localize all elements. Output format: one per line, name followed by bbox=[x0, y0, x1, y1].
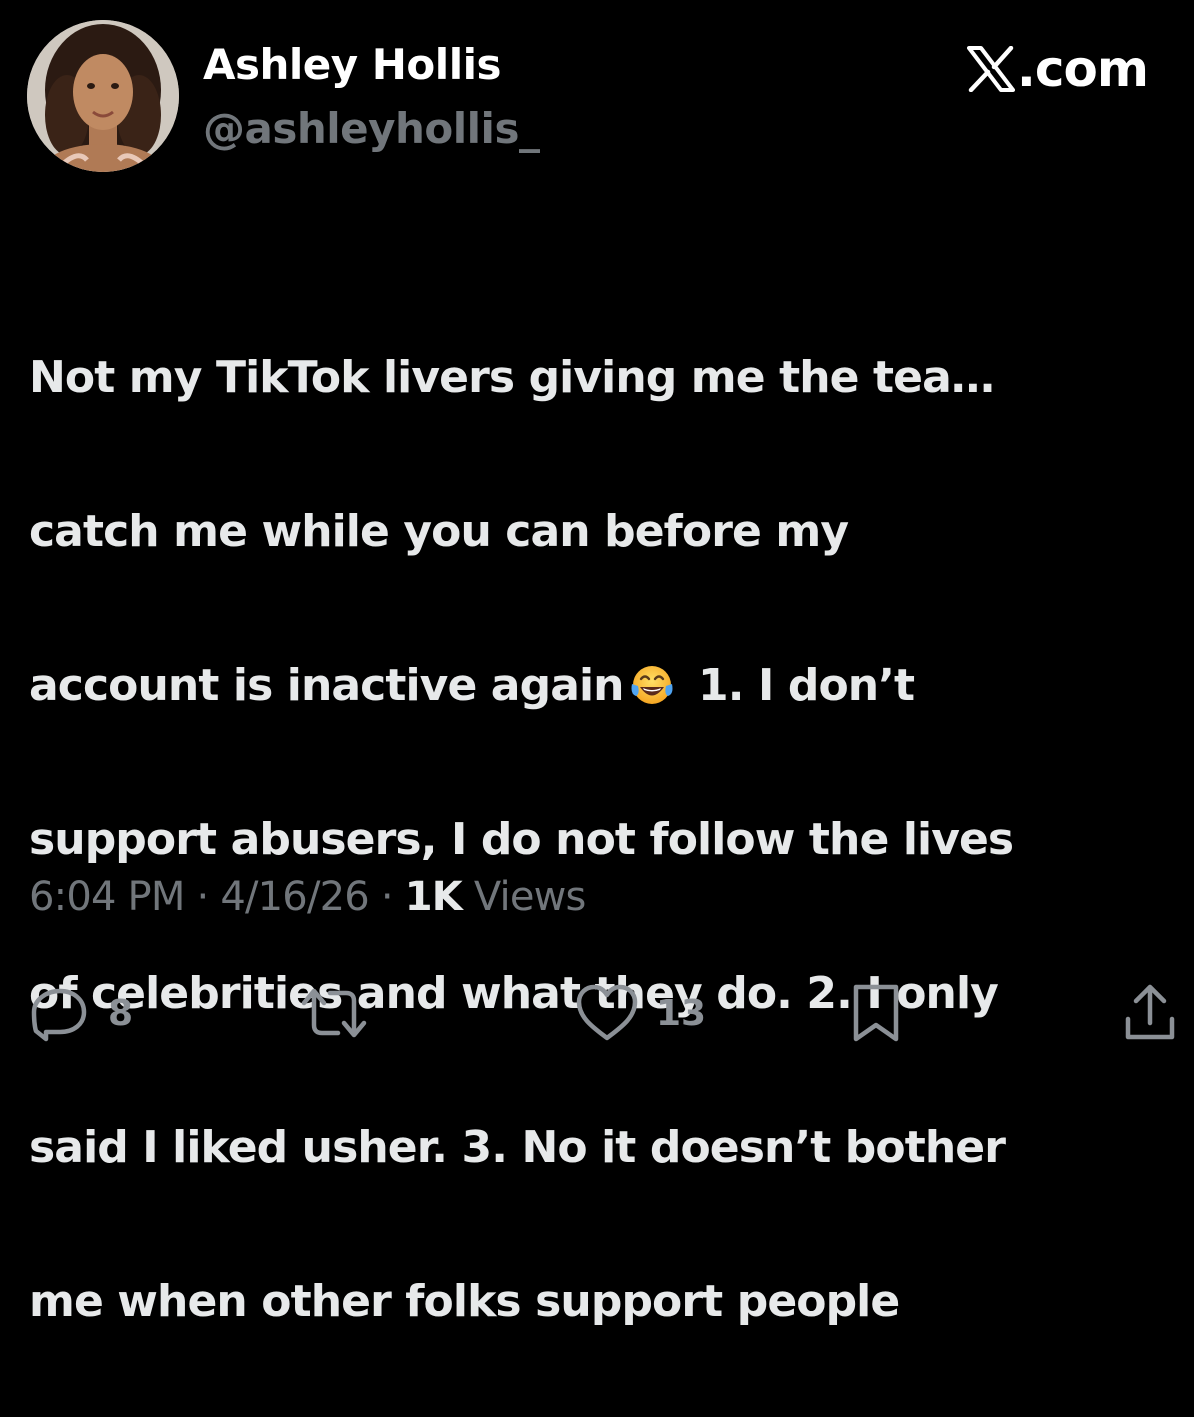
source-watermark: .com bbox=[966, 40, 1149, 98]
author-name[interactable]: Ashley Hollis bbox=[203, 40, 501, 89]
tweet-line: account is inactive again 1. I don’t bbox=[29, 647, 1169, 724]
tweet-line: said I liked usher. 3. No it doesn’t bot… bbox=[29, 1122, 1006, 1173]
retweet-button[interactable] bbox=[300, 980, 368, 1046]
source-label: .com bbox=[1016, 40, 1149, 98]
meta-separator: · bbox=[368, 874, 405, 920]
reply-icon bbox=[31, 988, 87, 1042]
views-label: Views bbox=[461, 874, 587, 920]
retweet-icon bbox=[301, 988, 367, 1038]
tweet-line-segment: account is inactive again bbox=[29, 660, 625, 711]
tweet-line: Not my TikTok livers giving me the tea… bbox=[29, 352, 995, 403]
like-count: 13 bbox=[656, 992, 707, 1034]
author-handle[interactable]: @ashleyhollis_ bbox=[203, 104, 540, 153]
tweet-time[interactable]: 6:04 PM bbox=[29, 874, 185, 920]
tweet-line-segment: 1. I don’t bbox=[683, 660, 915, 711]
tweet-line: me when other folks support people bbox=[29, 1276, 900, 1327]
tweet-meta: 6:04 PM · 4/16/26 · 1K Views bbox=[29, 874, 586, 920]
reply-button[interactable]: 8 bbox=[28, 980, 133, 1046]
bookmark-button[interactable] bbox=[850, 980, 902, 1046]
meta-separator: · bbox=[184, 874, 221, 920]
face-with-tears-of-joy-icon bbox=[628, 655, 676, 704]
x-logo-icon bbox=[966, 45, 1015, 93]
like-icon bbox=[576, 984, 638, 1041]
views-count: 1K bbox=[404, 874, 463, 920]
tweet-date[interactable]: 4/16/26 bbox=[220, 874, 369, 920]
like-button[interactable]: 13 bbox=[574, 980, 706, 1046]
bookmark-icon bbox=[853, 984, 899, 1042]
tweet-line: catch me while you can before my bbox=[29, 506, 849, 557]
tweet-line: support abusers, I do not follow the liv… bbox=[29, 814, 1014, 865]
reply-count: 8 bbox=[108, 992, 134, 1034]
avatar-photo bbox=[27, 20, 179, 172]
share-icon bbox=[1125, 984, 1175, 1040]
action-bar: 8 13 bbox=[0, 980, 1194, 1050]
tweet-text: Not my TikTok livers giving me the tea… … bbox=[29, 262, 1169, 1417]
share-button[interactable] bbox=[1122, 980, 1178, 1046]
avatar[interactable] bbox=[27, 20, 179, 172]
